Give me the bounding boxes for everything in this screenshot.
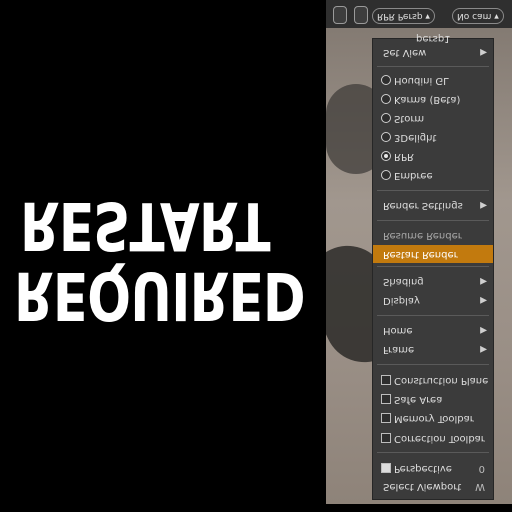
menu-item-rpr[interactable]: RPR [373, 147, 493, 165]
view-name-label: persp1 [416, 33, 451, 44]
menu-item-set-view[interactable]: Set View ▶ [373, 43, 493, 61]
camera-icon [381, 463, 391, 473]
submenu-arrow-icon: ▶ [480, 200, 487, 210]
radio-icon [381, 132, 391, 142]
radio-icon [381, 94, 391, 104]
viewport-context-menu: Select Viewport W Perspective 0 Correction… [372, 38, 494, 500]
menu-item-correction-toolbar[interactable]: Correction Toolbar [373, 429, 493, 447]
checkbox [381, 375, 391, 385]
menu-item-render-settings[interactable]: Render Settings ▶ [373, 196, 493, 214]
menu-item-storm[interactable]: Storm [373, 109, 493, 127]
menu-separator [377, 266, 489, 267]
menu-separator [377, 315, 489, 316]
submenu-arrow-icon: ▶ [480, 295, 487, 305]
menu-item-frame[interactable]: Frame ▶ [373, 340, 493, 358]
menu-item-restart-render[interactable]: Restart Render [373, 245, 493, 263]
menu-item-select-viewport[interactable]: Select Viewport W [373, 477, 493, 495]
pin-icon[interactable] [333, 6, 347, 24]
menu-item-shading[interactable]: Shading ▶ [373, 272, 493, 290]
radio-icon [381, 75, 391, 85]
menu-item-karma[interactable]: Karma (Beta) [373, 90, 493, 108]
flipped-screenshot: REQUIRED RESTART Select Viewport W Perspe… [0, 0, 512, 512]
menu-item-display[interactable]: Display ▶ [373, 291, 493, 309]
headline-line1: REQUIRED [14, 257, 305, 334]
checkbox [381, 394, 391, 404]
submenu-arrow-icon: ▶ [480, 344, 487, 354]
menu-separator [377, 220, 489, 221]
submenu-arrow-icon: ▶ [480, 47, 487, 57]
menu-item-3delight[interactable]: 3Delight [373, 128, 493, 146]
menu-item-home[interactable]: Home ▶ [373, 321, 493, 339]
menu-separator [377, 452, 489, 453]
lock-icon[interactable] [354, 6, 368, 24]
menu-item-construction-plane[interactable]: Construction Plane [373, 371, 493, 389]
checkbox [381, 433, 391, 443]
radio-selected-icon [381, 151, 391, 161]
menu-item-safe-area[interactable]: Safe Area [373, 390, 493, 408]
headline-line2: RESTART [20, 187, 270, 264]
radio-icon [381, 170, 391, 180]
camera-menu-button[interactable]: No cam ▾ [452, 8, 504, 24]
checkbox [381, 413, 391, 423]
menu-item-resume-render[interactable]: Resume Render [373, 226, 493, 244]
persp-menu-button[interactable]: RPR Persp ▾ [372, 8, 435, 24]
menu-item-perspective[interactable]: Perspective 0 [373, 459, 493, 477]
menu-separator [377, 190, 489, 191]
menu-item-memory-toolbar[interactable]: Memory Toolbar [373, 409, 493, 427]
radio-icon [381, 113, 391, 123]
menu-item-houdini-gl[interactable]: Houdini GL [373, 71, 493, 89]
menu-item-embree[interactable]: Embree [373, 166, 493, 184]
menu-separator [377, 364, 489, 365]
submenu-arrow-icon: ▶ [480, 325, 487, 335]
submenu-arrow-icon: ▶ [480, 276, 487, 286]
menu-separator [377, 66, 489, 67]
